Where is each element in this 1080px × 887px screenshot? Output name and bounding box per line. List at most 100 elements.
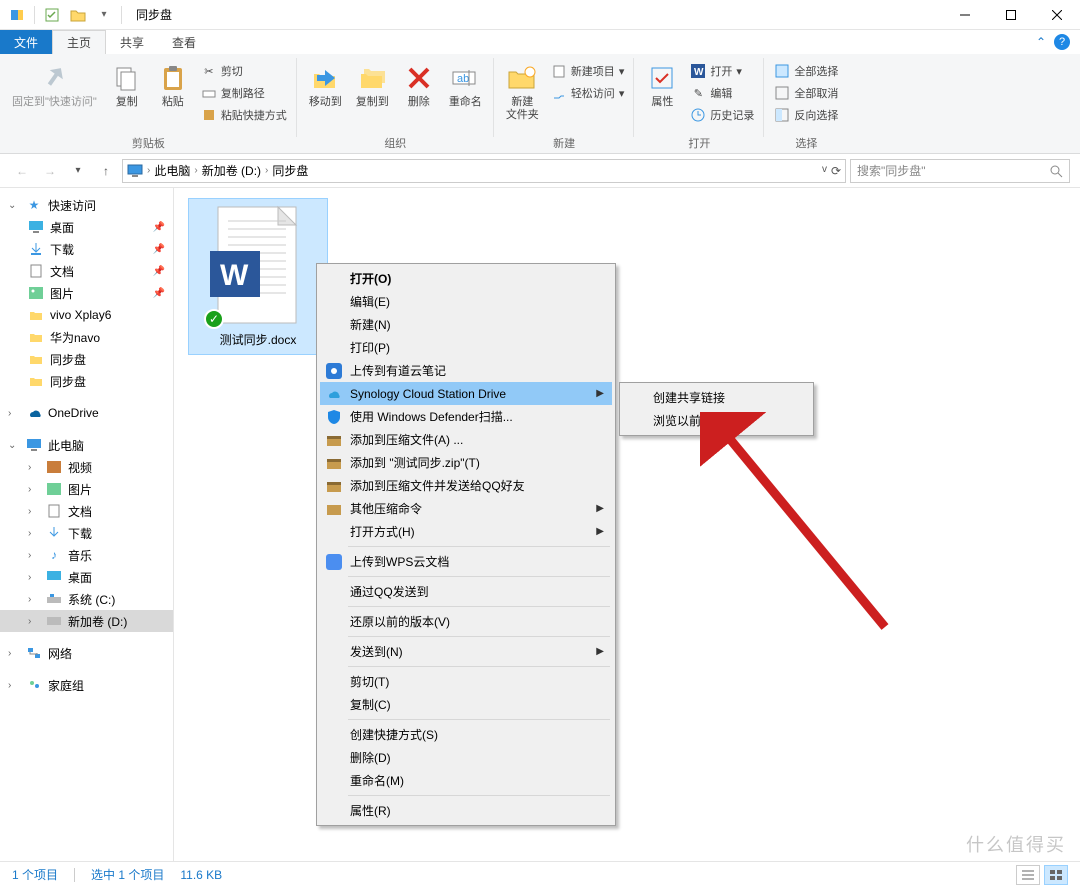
tree-thispc[interactable]: ⌄此电脑 (0, 434, 173, 456)
ctx-edit[interactable]: 编辑(E) (320, 290, 612, 313)
ctx-defender[interactable]: 使用 Windows Defender扫描... (320, 405, 612, 428)
qat-app-icon[interactable] (6, 4, 28, 26)
maximize-button[interactable] (988, 0, 1034, 30)
pin-quickaccess-button[interactable]: 固定到"快速访问" (6, 60, 103, 111)
tree-documents[interactable]: 文档📌 (0, 260, 173, 282)
tree-vold[interactable]: ›新加卷 (D:) (0, 610, 173, 632)
ribbon: 固定到"快速访问" 复制 粘贴 ✂剪切 复制路径 粘贴快捷方式 剪贴板 移动到 … (0, 54, 1080, 154)
ctx-open[interactable]: 打开(O) (320, 267, 612, 290)
ctx-shortcut[interactable]: 创建快捷方式(S) (320, 723, 612, 746)
ctx-zipqq[interactable]: 添加到压缩文件并发送给QQ好友 (320, 474, 612, 497)
tree-quickaccess[interactable]: ⌄★快速访问 (0, 194, 173, 216)
bc-dropdown-icon[interactable]: v (822, 164, 827, 178)
copy-button[interactable]: 复制 (105, 60, 149, 111)
tree-desktop2[interactable]: ›桌面 (0, 566, 173, 588)
watermark: 什么值得买 (966, 831, 1066, 857)
tree-vivo[interactable]: vivo Xplay6 (0, 304, 173, 326)
tree-downloads[interactable]: 下载📌 (0, 238, 173, 260)
tab-home[interactable]: 主页 (52, 30, 106, 54)
desktop-icon (46, 569, 62, 585)
qat-folder-icon[interactable] (67, 4, 89, 26)
view-icons-button[interactable] (1044, 865, 1068, 885)
pc-icon (127, 164, 143, 178)
breadcrumb[interactable]: › 此电脑 › 新加卷 (D:) › 同步盘 v ⟳ (122, 159, 846, 183)
ctx-openwith[interactable]: 打开方式(H)▶ (320, 520, 612, 543)
newitem-button[interactable]: 新建项目 ▾ (547, 60, 629, 82)
nav-forward-button[interactable]: → (38, 159, 62, 183)
copypath-button[interactable]: 复制路径 (197, 82, 291, 104)
ctx-sendto[interactable]: 发送到(N)▶ (320, 640, 612, 663)
open-button[interactable]: W打开 ▾ (686, 60, 758, 82)
easyaccess-button[interactable]: 轻松访问 ▾ (547, 82, 629, 104)
copy-icon (111, 62, 143, 94)
ctx-print[interactable]: 打印(P) (320, 336, 612, 359)
cut-button[interactable]: ✂剪切 (197, 60, 291, 82)
bc-thispc[interactable]: 此电脑 (154, 162, 190, 179)
tree-sysc[interactable]: ›系统 (C:) (0, 588, 173, 610)
ctx-wps[interactable]: 上传到WPS云文档 (320, 550, 612, 573)
selectall-button[interactable]: 全部选择 (770, 60, 842, 82)
tree-sync2[interactable]: 同步盘 (0, 370, 173, 392)
ctx-new[interactable]: 新建(N) (320, 313, 612, 336)
search-box[interactable]: 搜索"同步盘" (850, 159, 1070, 183)
caret-icon: › (194, 165, 197, 176)
file-pane[interactable]: W ✓ 测试同步.docx (174, 188, 1080, 861)
paste-button[interactable]: 粘贴 (151, 60, 195, 111)
tree-pictures[interactable]: 图片📌 (0, 282, 173, 304)
refresh-icon[interactable]: ⟳ (831, 164, 841, 178)
file-tile[interactable]: W ✓ 测试同步.docx (188, 198, 328, 355)
ctx-synology[interactable]: Synology Cloud Station Drive▶ (320, 382, 612, 405)
minimize-button[interactable] (942, 0, 988, 30)
moveto-button[interactable]: 移动到 (303, 60, 348, 111)
tab-file[interactable]: 文件 (0, 30, 52, 54)
paste-shortcut-button[interactable]: 粘贴快捷方式 (197, 104, 291, 126)
ctx-restore[interactable]: 还原以前的版本(V) (320, 610, 612, 633)
ctx-copy[interactable]: 复制(C) (320, 693, 612, 716)
ctx-qqsend[interactable]: 通过QQ发送到 (320, 580, 612, 603)
help-icon[interactable]: ? (1054, 34, 1070, 50)
ctx-zipadd[interactable]: 添加到压缩文件(A) ... (320, 428, 612, 451)
bc-folder[interactable]: 同步盘 (272, 162, 308, 179)
tree-music[interactable]: ›♪音乐 (0, 544, 173, 566)
view-details-button[interactable] (1016, 865, 1040, 885)
tab-view[interactable]: 查看 (158, 30, 210, 54)
tree-desktop[interactable]: 桌面📌 (0, 216, 173, 238)
tab-share[interactable]: 共享 (106, 30, 158, 54)
qat-dropdown-icon[interactable]: ▾ (93, 4, 115, 26)
tree-videos[interactable]: ›视频 (0, 456, 173, 478)
properties-button[interactable]: 属性 (640, 60, 684, 111)
copyto-button[interactable]: 复制到 (350, 60, 395, 111)
tree-sync1[interactable]: 同步盘 (0, 348, 173, 370)
nav-recent-button[interactable]: ▾ (66, 159, 90, 183)
tree-downloads2[interactable]: ›下载 (0, 522, 173, 544)
ctx-zipto[interactable]: 添加到 "测试同步.zip"(T) (320, 451, 612, 474)
ctx-properties[interactable]: 属性(R) (320, 799, 612, 822)
delete-button[interactable]: 删除 (397, 60, 441, 111)
nav-back-button[interactable]: ← (10, 159, 34, 183)
tree-huawei[interactable]: 华为navo (0, 326, 173, 348)
nav-up-button[interactable]: ↑ (94, 159, 118, 183)
close-button[interactable] (1034, 0, 1080, 30)
pictures-icon (28, 285, 44, 301)
tree-homegroup[interactable]: ›家庭组 (0, 674, 173, 696)
sub-share[interactable]: 创建共享链接 (623, 386, 810, 409)
tree-pictures2[interactable]: ›图片 (0, 478, 173, 500)
qat-properties-icon[interactable] (41, 4, 63, 26)
ctx-delete[interactable]: 删除(D) (320, 746, 612, 769)
tree-documents2[interactable]: ›文档 (0, 500, 173, 522)
ctx-othercomp[interactable]: 其他压缩命令▶ (320, 497, 612, 520)
selectnone-button[interactable]: 全部取消 (770, 82, 842, 104)
edit-button[interactable]: ✎编辑 (686, 82, 758, 104)
ctx-rename[interactable]: 重命名(M) (320, 769, 612, 792)
history-button[interactable]: 历史记录 (686, 104, 758, 126)
bc-volume[interactable]: 新加卷 (D:) (202, 162, 261, 179)
newfolder-button[interactable]: 新建 文件夹 (500, 60, 545, 124)
sub-browse[interactable]: 浏览以前的版本 (623, 409, 810, 432)
ribbon-collapse-icon[interactable]: ⌃ (1036, 35, 1046, 49)
tree-onedrive[interactable]: ›OneDrive (0, 402, 173, 424)
ctx-youdao[interactable]: 上传到有道云笔记 (320, 359, 612, 382)
rename-button[interactable]: ab重命名 (443, 60, 488, 111)
tree-network[interactable]: ›网络 (0, 642, 173, 664)
ctx-cut[interactable]: 剪切(T) (320, 670, 612, 693)
invertsel-button[interactable]: 反向选择 (770, 104, 842, 126)
